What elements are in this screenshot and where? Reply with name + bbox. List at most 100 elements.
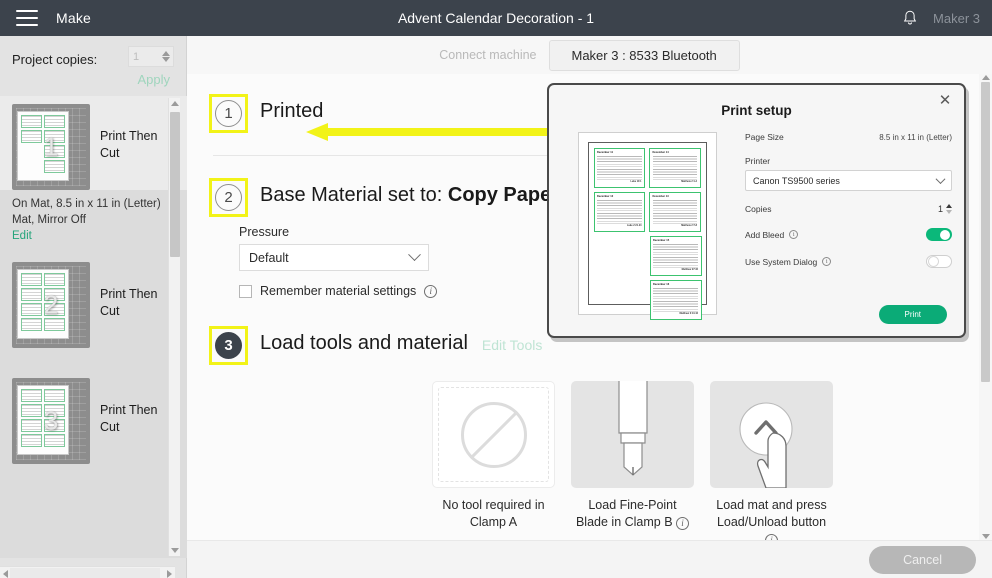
tool-caption: Load Fine-Point Blade in Clamp B i [571, 497, 694, 531]
mat-meta-line1: On Mat, 8.5 in x 11 in (Letter) [12, 198, 161, 210]
copies-stepper[interactable]: 1 [938, 204, 952, 214]
preview-card-text [597, 200, 642, 224]
app-label: Make [56, 10, 92, 26]
preview-card-text [597, 156, 642, 180]
page-size-label: Page Size [745, 132, 784, 142]
tool-card-load-mat[interactable]: Load mat and press Load/Unload button i [710, 381, 833, 540]
scroll-up-icon[interactable] [171, 101, 179, 106]
preview-card-footer: Luke 10:1 [630, 180, 642, 183]
project-copies-label: Project copies: [12, 52, 98, 67]
tool-card-clamp-b[interactable]: Load Fine-Point Blade in Clamp B i [571, 381, 694, 540]
step-1-title: Printed [260, 100, 324, 122]
project-copies-input[interactable] [129, 47, 159, 66]
mat-list-item-2[interactable]: 2 Print Then Cut [0, 254, 187, 348]
use-system-dialog-label: Use System Dialog [745, 256, 818, 267]
preview-card: December 13 Matthew 2:7-8 [649, 192, 701, 232]
scroll-right-icon[interactable] [167, 570, 172, 578]
preview-card-footer: Matthew 2:7-8 [681, 224, 697, 227]
scrollbar-thumb[interactable] [981, 82, 990, 382]
project-copies-stepper[interactable] [128, 46, 174, 67]
printer-label: Printer [745, 156, 771, 166]
remember-material-label: Remember material settings [260, 284, 417, 298]
copies-value: 1 [937, 204, 943, 214]
preview-card-footer: Luke 2:21-24 [627, 224, 642, 227]
stepper-down-icon[interactable] [162, 57, 170, 62]
preview-card-text [652, 200, 697, 224]
fine-point-blade-icon [571, 381, 694, 488]
add-bleed-label: Add Bleed [745, 229, 785, 240]
scroll-down-icon[interactable] [171, 548, 179, 553]
step-2-number: 2 [215, 184, 242, 211]
print-setup-dialog: ✕ Print setup December 11 Luke 10:1 Dece [547, 83, 966, 338]
mat-meta-line2: Mat, Mirror Off [12, 214, 86, 226]
remember-material-checkbox[interactable] [239, 284, 252, 298]
stepper-up-icon[interactable] [946, 204, 952, 208]
mat-thumbnail: 2 [12, 262, 90, 348]
printer-select[interactable]: Canon TS9500 series [745, 170, 952, 191]
stepper-down-icon[interactable] [946, 210, 952, 214]
add-bleed-toggle[interactable] [926, 228, 952, 241]
preview-card-heading: December 11 [597, 151, 614, 154]
mat-list-item-3[interactable]: 3 Print Then Cut [0, 370, 187, 464]
preview-card-text [653, 288, 698, 312]
machine-select-button[interactable]: Maker 3 : 8533 Bluetooth [548, 39, 740, 71]
preview-card: December 16 Matthew 3:13-16 [649, 280, 702, 320]
main-vertical-scrollbar[interactable] [979, 74, 992, 540]
sidebar-horizontal-scrollbar[interactable] [0, 566, 175, 578]
info-icon[interactable]: i [676, 517, 690, 530]
stepper-arrows[interactable] [159, 47, 173, 66]
preview-card-heading: December 16 [653, 283, 670, 286]
copies-stepper-arrows[interactable] [946, 204, 952, 214]
tool-card-clamp-a[interactable]: No tool required in Clamp A [432, 381, 555, 540]
tool-caption-text: Load mat and press Load/Unload button [716, 498, 827, 529]
footer-bar: Cancel [187, 540, 992, 578]
scrollbar-thumb[interactable] [170, 112, 180, 257]
info-icon[interactable]: i [789, 230, 799, 239]
mat-number: 2 [43, 289, 59, 320]
bell-icon[interactable] [901, 9, 919, 27]
cancel-button[interactable]: Cancel [869, 545, 976, 574]
sidebar-vertical-scrollbar[interactable] [168, 98, 180, 556]
use-system-dialog-toggle[interactable] [926, 255, 952, 268]
user-name[interactable]: Maker 3 [933, 11, 980, 26]
connect-machine-row: Connect machine Maker 3 : 8533 Bluetooth [187, 36, 992, 74]
apply-button[interactable]: Apply [137, 72, 170, 87]
close-icon[interactable]: ✕ [937, 93, 953, 109]
prohibited-circle-icon [460, 401, 527, 468]
print-button[interactable]: Print [878, 305, 947, 324]
scroll-down-icon[interactable] [981, 534, 990, 539]
info-icon[interactable]: i [822, 257, 832, 266]
printer-value: Canon TS9500 series [753, 175, 840, 186]
dialog-title: Print setup [721, 103, 792, 118]
toggle-knob [940, 229, 950, 240]
step-1-highlight: 1 [209, 94, 248, 133]
use-system-dialog-label-group: Use System Dialog i [745, 256, 832, 267]
step-2-title-prefix: Base Material set to: [260, 184, 443, 206]
preview-card-footer: Matthew 27:32 [681, 268, 698, 271]
step-3-number: 3 [215, 332, 242, 359]
info-icon[interactable]: i [424, 284, 438, 298]
use-system-dialog-row: Use System Dialog i [745, 255, 952, 268]
pressure-value: Default [249, 250, 289, 265]
pressure-select[interactable]: Default [239, 244, 429, 271]
mat-edit-link[interactable]: Edit [12, 228, 175, 244]
top-bar: Make Advent Calendar Decoration - 1 Make… [0, 0, 992, 36]
print-preview-pane: December 11 Luke 10:1 December 14 Matthe… [549, 132, 745, 320]
mat-list-item-1[interactable]: 1 Print Then Cut [0, 96, 187, 190]
scrollbar-thumb[interactable] [10, 568, 160, 578]
stepper-up-icon[interactable] [162, 51, 170, 56]
scroll-left-icon[interactable] [3, 570, 8, 578]
mat-thumbnail: 1 [12, 104, 90, 190]
scroll-up-icon[interactable] [981, 75, 990, 80]
tool-caption: No tool required in Clamp A [442, 498, 545, 529]
tools-row: No tool required in Clamp A Load Fine-Po… [432, 381, 979, 540]
preview-card: December 15 Matthew 27:32 [649, 236, 702, 276]
preview-card: December 12 Luke 2:21-24 [593, 192, 645, 232]
step-2-highlight: 2 [209, 178, 248, 217]
preview-card-footer: Matthew 2:1-2 [681, 180, 697, 183]
edit-tools-link[interactable]: Edit Tools [482, 337, 542, 353]
preview-card-footer: Matthew 3:13-16 [679, 312, 698, 315]
print-preview-page: December 11 Luke 10:1 December 14 Matthe… [577, 132, 717, 320]
hamburger-icon[interactable] [16, 10, 38, 26]
step-1-number: 1 [215, 100, 242, 127]
